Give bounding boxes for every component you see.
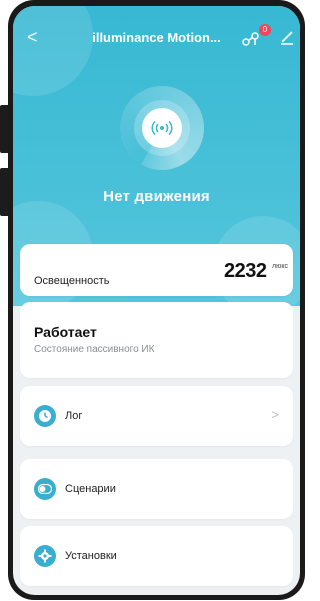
notification-badge: 0 <box>259 24 271 36</box>
settings-row[interactable]: Установки <box>20 526 293 586</box>
pir-state-label: Состояние пассивного ИК <box>34 344 155 355</box>
app-screen: < illuminance Motion... 0 Нет движения О… <box>13 6 300 595</box>
log-row[interactable]: Лог > <box>20 386 293 446</box>
motion-indicator-inner <box>134 100 190 156</box>
top-bar: < illuminance Motion... 0 <box>13 24 300 52</box>
chevron-right-icon: > <box>271 407 279 422</box>
scenes-label: Сценарии <box>65 483 116 495</box>
edit-icon[interactable] <box>279 29 295 45</box>
motion-indicator <box>120 86 204 170</box>
settings-label: Установки <box>65 550 117 562</box>
illuminance-card: Освещенность 2232 люкс <box>20 244 293 296</box>
illuminance-label: Освещенность <box>34 275 110 287</box>
pir-state-value: Работает <box>34 324 97 340</box>
log-label: Лог <box>65 410 83 422</box>
motion-status-text: Нет движения <box>103 188 210 205</box>
pir-state-card: Работает Состояние пассивного ИК <box>20 302 293 378</box>
illuminance-value: 2232 <box>224 260 267 282</box>
toggle-icon <box>34 478 56 500</box>
illuminance-unit: люкс <box>272 263 288 270</box>
scenes-row[interactable]: Сценарии <box>20 459 293 519</box>
gear-icon <box>34 545 56 567</box>
clock-icon <box>34 405 56 427</box>
motion-waves-icon <box>142 108 182 148</box>
